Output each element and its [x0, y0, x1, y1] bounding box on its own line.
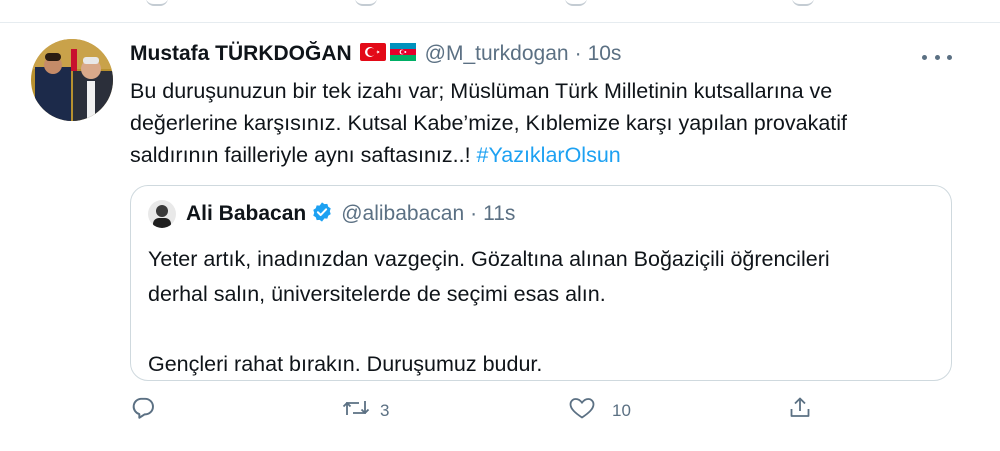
turkey-flag-icon: [359, 42, 386, 66]
quoted-avatar[interactable]: [148, 200, 176, 228]
quoted-line-2: derhal salın, üniversitelerde de seçimi …: [148, 282, 606, 306]
share-button[interactable]: [788, 395, 812, 426]
quoted-timestamp[interactable]: 11s: [483, 202, 515, 226]
like-button[interactable]: 10: [568, 395, 631, 426]
reply-button[interactable]: [130, 395, 156, 426]
previous-tweet-actions-strip: [0, 0, 1000, 23]
header-separator: ·: [574, 42, 582, 65]
reply-icon: [130, 395, 156, 426]
previous-retweet-icon[interactable]: [355, 0, 377, 6]
author-handle[interactable]: @M_turkdogan: [425, 42, 569, 66]
quoted-tweet-card[interactable]: Ali Babacan @alibabacan · 11s Yeter artı…: [130, 185, 952, 381]
verified-badge-icon: [311, 201, 333, 228]
tweet-content: Mustafa TÜRKDOĞAN @M_turkdogan · 10s Bu …: [130, 37, 960, 171]
like-count: 10: [612, 400, 631, 420]
quoted-display-name[interactable]: Ali Babacan: [186, 202, 306, 226]
avatar[interactable]: [31, 39, 113, 121]
tweet-timestamp[interactable]: 10s: [588, 42, 622, 66]
previous-like-icon[interactable]: [565, 0, 587, 6]
tweet-actions: 3 10: [130, 395, 820, 435]
author-display-name[interactable]: Mustafa TÜRKDOĞAN: [130, 42, 352, 66]
retweet-icon: [342, 395, 370, 426]
quoted-line-3: Gençleri rahat bırakın. Duruşumuz budur.: [148, 352, 543, 376]
retweet-count: 3: [380, 400, 390, 420]
previous-reply-icon[interactable]: [146, 0, 168, 6]
tweet[interactable]: Mustafa TÜRKDOĞAN @M_turkdogan · 10s Bu …: [0, 23, 1000, 451]
quoted-tweet-header: Ali Babacan @alibabacan · 11s: [148, 200, 515, 228]
heart-icon: [568, 395, 596, 426]
tweet-text: Bu duruşunuzun bir tek izahı var; Müslüm…: [130, 75, 930, 171]
quoted-separator: ·: [470, 202, 478, 225]
quoted-tweet-text: Yeter artık, inadınızdan vazgeçin. Gözal…: [148, 242, 938, 382]
share-icon: [788, 395, 812, 426]
retweet-button[interactable]: 3: [342, 395, 389, 426]
quoted-line-1: Yeter artık, inadınızdan vazgeçin. Gözal…: [148, 247, 830, 271]
more-options-icon[interactable]: [922, 47, 952, 67]
azerbaijan-flag-icon: [389, 42, 416, 66]
tweet-header: Mustafa TÜRKDOĞAN @M_turkdogan · 10s: [130, 37, 960, 71]
quoted-handle[interactable]: @alibabacan: [341, 202, 464, 226]
previous-share-icon[interactable]: [792, 0, 814, 6]
hashtag-link[interactable]: #YazıklarOlsun: [477, 143, 621, 167]
